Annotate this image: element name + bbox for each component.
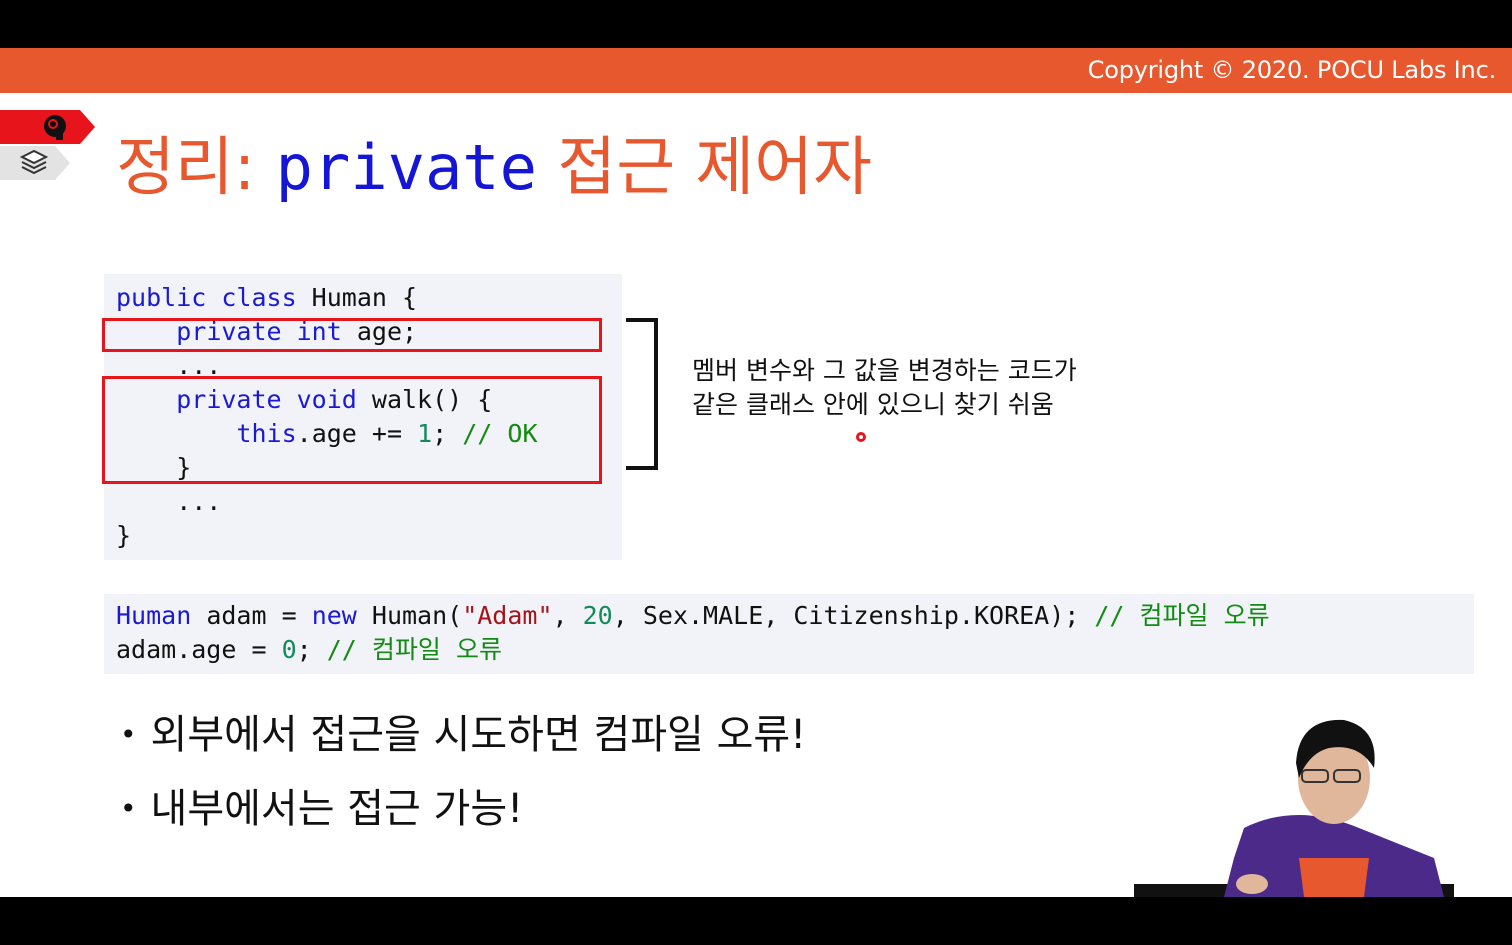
bullet-item: • 내부에서는 접근 가능! xyxy=(120,786,524,832)
bracket xyxy=(626,318,658,470)
annotation-note: 멤버 변수와 그 값을 변경하는 코드가 같은 클래스 안에 있으니 찾기 쉬움 xyxy=(692,356,1077,419)
code-line: ... xyxy=(116,487,222,516)
code-line: public class Human { xyxy=(116,283,418,312)
lecture-slide: Copyright © 2020. POCU Labs Inc. 정리: pri… xyxy=(0,48,1512,897)
laser-pointer-dot xyxy=(856,432,866,442)
stack-layers-icon xyxy=(0,146,70,180)
title-keyword: private xyxy=(275,131,537,204)
code-line: adam.age = 0; // 컴파일 오류 xyxy=(116,635,502,664)
title-suffix: 접근 제어자 xyxy=(536,131,873,205)
bullet-item: • 외부에서 접근을 시도하면 컴파일 오류! xyxy=(120,712,807,758)
video-letterbox-bottom xyxy=(0,897,1512,945)
title-prefix: 정리: xyxy=(116,131,276,205)
highlight-box-field xyxy=(102,318,602,352)
presenter-video xyxy=(1134,719,1454,897)
video-letterbox-top xyxy=(0,0,1512,48)
highlight-box-method xyxy=(102,376,602,484)
header-bar: Copyright © 2020. POCU Labs Inc. xyxy=(0,48,1512,93)
bullet-list: • 외부에서 접근을 시도하면 컴파일 오류! • 내부에서는 접근 가능! xyxy=(120,698,806,846)
brain-gear-icon xyxy=(0,110,95,144)
code-line: } xyxy=(116,521,132,550)
slide-title: 정리: private 접근 제어자 xyxy=(116,128,872,208)
copyright-text: Copyright © 2020. POCU Labs Inc. xyxy=(1087,56,1497,84)
code-line: Human adam = new Human("Adam", 20, Sex.M… xyxy=(116,601,1270,630)
